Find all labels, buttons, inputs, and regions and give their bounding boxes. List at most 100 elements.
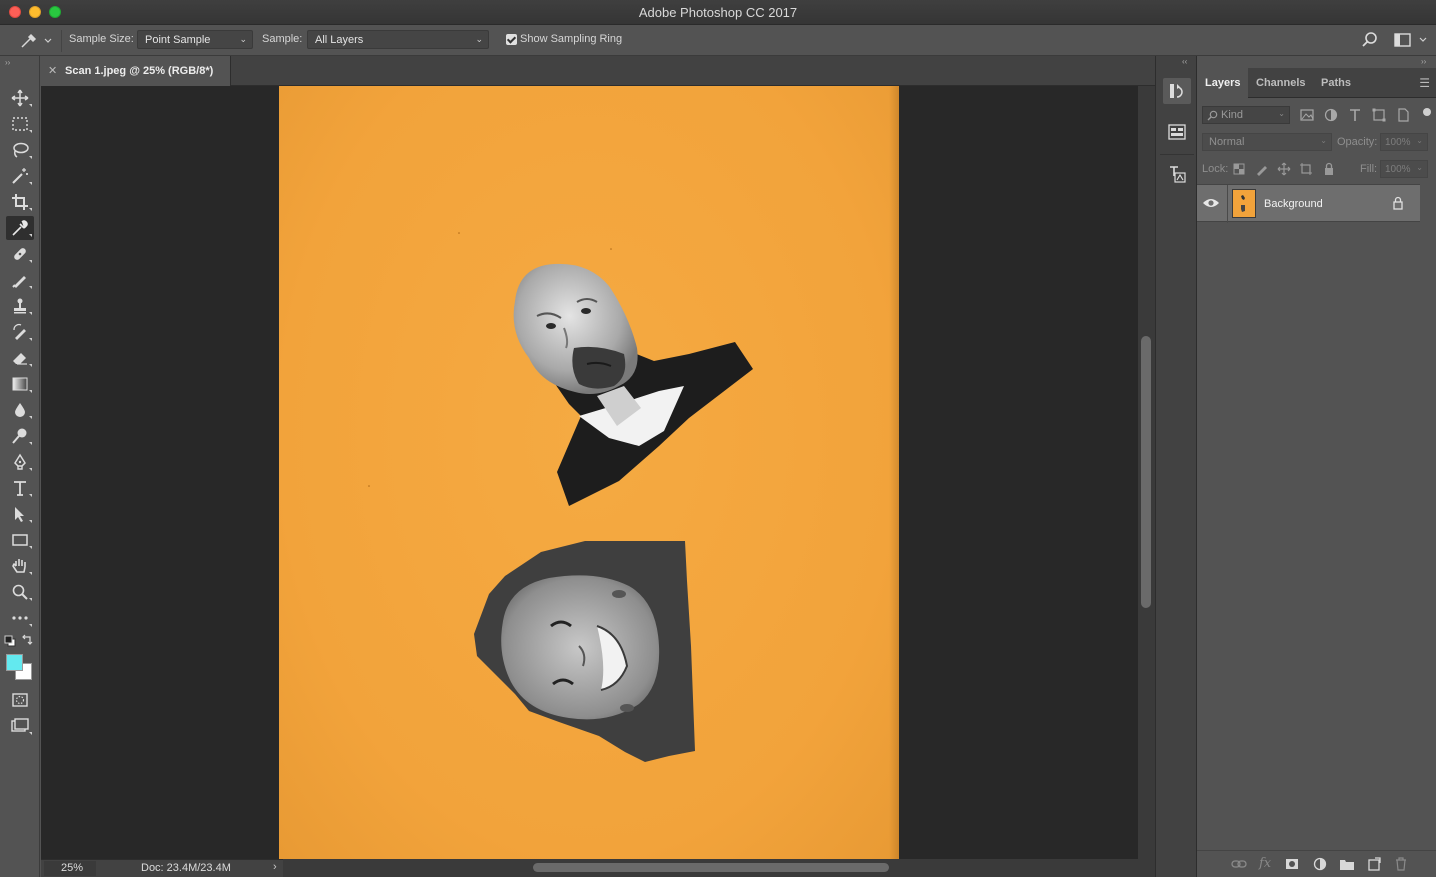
trash-icon[interactable]	[1393, 856, 1409, 872]
pen-tool[interactable]	[6, 450, 34, 474]
show-sampling-ring-label[interactable]: Show Sampling Ring	[520, 33, 622, 45]
show-sampling-ring-checkbox[interactable]	[506, 34, 517, 45]
quick-mask-button[interactable]	[6, 688, 34, 712]
workspace-switcher[interactable]	[1393, 31, 1431, 49]
hand-tool[interactable]	[6, 554, 34, 578]
add-mask-icon[interactable]	[1284, 856, 1300, 872]
swap-colors-icon[interactable]	[21, 634, 33, 646]
lock-all-icon[interactable]	[1322, 162, 1336, 176]
layers-panel: ›› Layers Channels Paths ☰ Kind ⌄ Normal…	[1197, 56, 1436, 877]
eraser-icon	[13, 353, 27, 365]
new-layer-icon[interactable]	[1366, 856, 1382, 872]
vertical-scroll-thumb[interactable]	[1141, 336, 1151, 608]
blend-mode-value: Normal	[1209, 136, 1245, 148]
lasso-tool[interactable]	[6, 138, 34, 162]
lock-image-pixels-icon[interactable]	[1255, 162, 1269, 176]
panel-grip-icon[interactable]: ››	[5, 58, 10, 67]
chevron-down-icon: ⌄	[1278, 109, 1285, 118]
zoom-tool[interactable]	[6, 580, 34, 604]
magnifier-icon	[12, 584, 28, 600]
layer-name[interactable]: Background	[1264, 198, 1323, 210]
tab-layers[interactable]: Layers	[1197, 68, 1249, 98]
filter-kind-value: Kind	[1221, 109, 1244, 121]
panel-expand-icon[interactable]: ››	[1421, 57, 1426, 66]
eye-icon[interactable]	[1202, 196, 1220, 210]
opacity-label: Opacity:	[1337, 136, 1378, 148]
fill-field[interactable]: 100% ⌄	[1380, 160, 1428, 178]
dodge-tool[interactable]	[6, 424, 34, 448]
lock-icon[interactable]	[1391, 196, 1405, 210]
chevron-down-icon: ⌄	[475, 34, 483, 44]
canvas-area[interactable]	[41, 86, 1138, 859]
crop-tool[interactable]	[6, 190, 34, 214]
options-bar: Sample Size: Point Sample ⌄ Sample: All …	[0, 25, 1436, 56]
rectangular-marquee-icon	[12, 117, 28, 131]
tool-preset-picker[interactable]	[18, 31, 56, 51]
layer-style-icon[interactable]: fx	[1259, 856, 1271, 871]
status-bar: 25% Doc: 23.4M/23.4M ›	[41, 859, 283, 877]
properties-panel-button[interactable]	[1163, 119, 1191, 145]
layer-divider	[1227, 185, 1228, 223]
layer-row-background[interactable]: Background	[1197, 184, 1420, 223]
filter-toggle[interactable]	[1423, 108, 1431, 116]
dock-collapse-icon[interactable]: ‹‹	[1182, 57, 1187, 66]
character-panel-button[interactable]	[1163, 161, 1191, 187]
pixel-layer-filter-icon[interactable]	[1299, 107, 1315, 123]
opacity-field[interactable]: 100% ⌄	[1380, 133, 1428, 151]
eraser-tool[interactable]	[6, 346, 34, 370]
new-group-icon[interactable]	[1339, 856, 1355, 872]
marquee-tool[interactable]	[6, 112, 34, 136]
eyedropper-icon	[21, 33, 52, 48]
panel-menu-icon[interactable]: ☰	[1419, 76, 1430, 90]
move-tool[interactable]	[6, 86, 34, 110]
search-icon[interactable]	[1360, 31, 1380, 49]
quick-mask-icon	[12, 693, 28, 707]
smart-object-filter-icon[interactable]	[1395, 107, 1411, 123]
zoom-level-field[interactable]: 25%	[44, 861, 96, 876]
crop-icon	[12, 194, 28, 210]
tab-paths[interactable]: Paths	[1313, 68, 1359, 98]
horizontal-scrollbar[interactable]	[283, 859, 1155, 877]
blur-tool[interactable]	[6, 398, 34, 422]
lock-artboard-icon[interactable]	[1299, 162, 1313, 176]
bandage-icon	[14, 248, 26, 260]
foreground-color-swatch[interactable]	[6, 654, 23, 671]
tab-channels[interactable]: Channels	[1248, 68, 1314, 98]
history-brush-tool[interactable]	[6, 320, 34, 344]
healing-brush-tool[interactable]	[6, 242, 34, 266]
lock-position-icon[interactable]	[1277, 162, 1291, 176]
shape-layer-filter-icon[interactable]	[1371, 107, 1387, 123]
blend-mode-select[interactable]: Normal ⌄	[1202, 133, 1332, 151]
options-separator	[61, 30, 62, 52]
brush-tool[interactable]	[6, 268, 34, 292]
document-canvas[interactable]	[279, 86, 899, 859]
default-colors-icon[interactable]	[4, 635, 16, 647]
adjustment-layer-icon[interactable]	[1312, 856, 1328, 872]
clone-stamp-tool[interactable]	[6, 294, 34, 318]
edit-toolbar-button[interactable]	[6, 606, 34, 630]
layer-thumbnail[interactable]	[1232, 189, 1256, 218]
type-tool[interactable]	[6, 476, 34, 500]
fill-value: 100%	[1385, 164, 1411, 175]
lock-transparent-pixels-icon[interactable]	[1232, 162, 1246, 176]
adjustment-layer-filter-icon[interactable]	[1323, 107, 1339, 123]
magic-wand-tool[interactable]	[6, 164, 34, 188]
close-icon[interactable]: ✕	[48, 64, 57, 77]
vertical-scrollbar[interactable]	[1138, 86, 1155, 859]
eyedropper-tool[interactable]	[6, 216, 34, 240]
stamp-icon	[14, 298, 26, 314]
gradient-tool[interactable]	[6, 372, 34, 396]
status-menu-arrow-icon[interactable]: ›	[273, 861, 277, 873]
filter-kind-select[interactable]: Kind ⌄	[1202, 106, 1290, 124]
panel-tabs: Layers Channels Paths ☰	[1197, 68, 1436, 98]
screen-mode-button[interactable]	[6, 714, 34, 738]
horizontal-scroll-thumb[interactable]	[533, 863, 889, 872]
path-selection-tool[interactable]	[6, 502, 34, 526]
type-layer-filter-icon[interactable]	[1347, 107, 1363, 123]
history-panel-button[interactable]	[1163, 78, 1191, 104]
sample-layers-select[interactable]: All Layers ⌄	[307, 30, 489, 49]
rectangle-tool[interactable]	[6, 528, 34, 552]
sample-size-select[interactable]: Point Sample ⌄	[137, 30, 253, 49]
link-layers-icon[interactable]	[1231, 856, 1247, 872]
document-tab[interactable]: ✕ Scan 1.jpeg @ 25% (RGB/8*)	[41, 56, 231, 86]
